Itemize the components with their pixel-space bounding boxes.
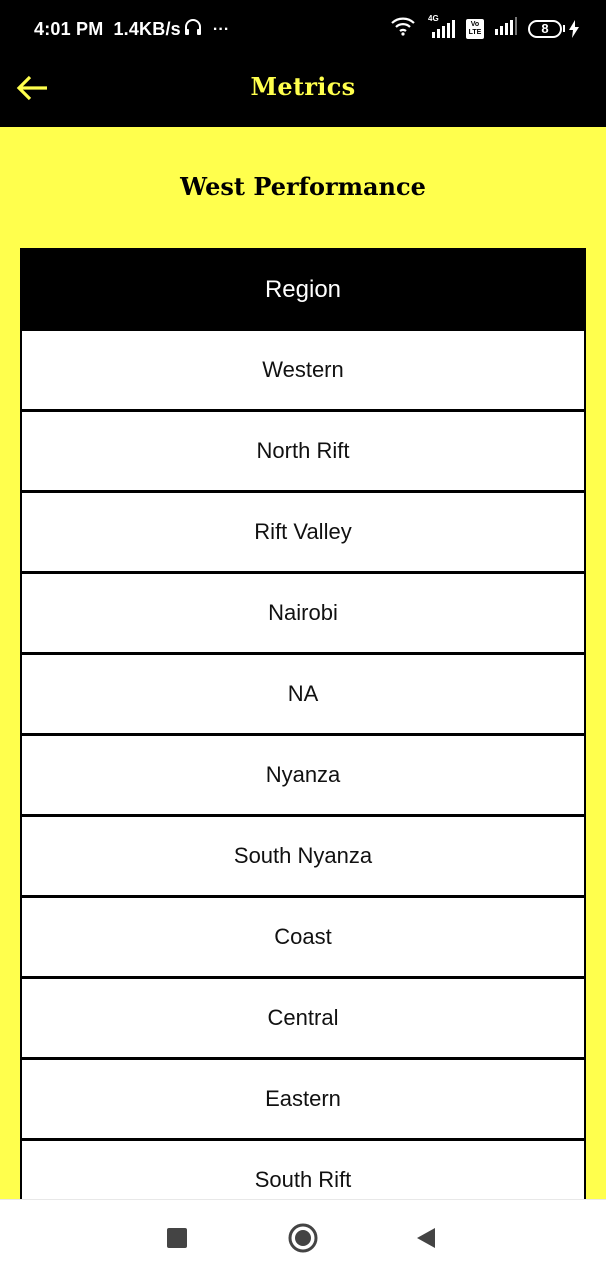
section-title: West Performance (180, 172, 426, 201)
table-row[interactable]: Central (22, 979, 584, 1057)
status-bar: 4:01 PM 1.4KB/s ··· 4G Vo LTE 8 (0, 0, 606, 58)
circle-icon (287, 1222, 319, 1259)
network-speed: 1.4KB/s (113, 19, 181, 39)
status-right: 4G Vo LTE 8 (390, 14, 580, 41)
table-row[interactable]: Coast (22, 898, 584, 976)
nav-back-button[interactable] (408, 1222, 444, 1258)
wifi-icon (390, 16, 416, 41)
table-row[interactable]: Rift Valley (22, 493, 584, 571)
table-row[interactable]: Nyanza (22, 736, 584, 814)
battery-icon: 8 (528, 19, 580, 38)
page-title: Metrics (250, 72, 356, 101)
home-button[interactable] (285, 1222, 321, 1258)
status-time: 4:01 PM (34, 19, 104, 39)
cell-signal-4g-icon: 4G (426, 14, 456, 38)
table-row[interactable]: NA (22, 655, 584, 733)
table-row[interactable]: Eastern (22, 1060, 584, 1138)
navigation-bar (0, 1199, 606, 1281)
triangle-back-icon (415, 1226, 437, 1255)
table-row[interactable]: North Rift (22, 412, 584, 490)
square-icon (166, 1227, 188, 1254)
headphones-icon (183, 17, 203, 42)
cell-signal-icon (494, 17, 518, 40)
region-table: Region Western North Rift Rift Valley Nairo… (20, 248, 586, 1222)
recents-button[interactable] (159, 1222, 195, 1258)
table-row[interactable]: Nairobi (22, 574, 584, 652)
app-bar: Metrics (0, 58, 606, 127)
more-icon: ··· (212, 20, 230, 38)
status-left: 4:01 PM 1.4KB/s ··· (34, 17, 229, 42)
table-header-region: Region (20, 248, 586, 331)
table-row[interactable]: Western (22, 331, 584, 409)
volte-icon: Vo LTE (466, 18, 484, 39)
table-row[interactable]: South Nyanza (22, 817, 584, 895)
